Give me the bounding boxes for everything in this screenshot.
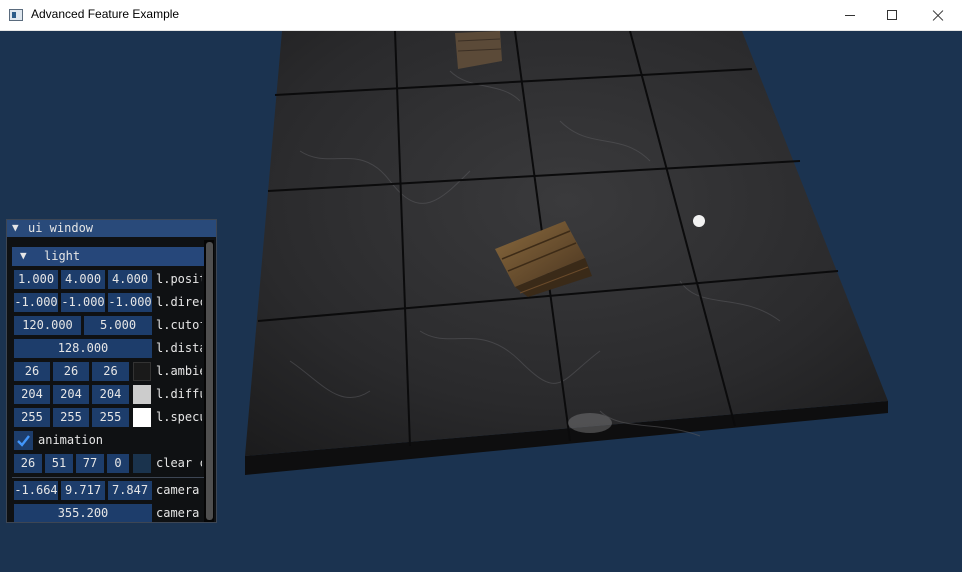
- minimize-button[interactable]: [827, 0, 873, 30]
- clear-color-a[interactable]: 0: [107, 454, 129, 473]
- light-position-z[interactable]: 4.000: [108, 270, 152, 289]
- light-cutoff-outer[interactable]: 5.000: [84, 316, 152, 335]
- light-position-y[interactable]: 4.000: [61, 270, 105, 289]
- clear-color-b[interactable]: 77: [76, 454, 104, 473]
- light-diffuse-b[interactable]: 204: [92, 385, 129, 404]
- close-button[interactable]: [914, 0, 960, 30]
- light-cutoff-inner[interactable]: 120.000: [14, 316, 81, 335]
- light-ambient-swatch[interactable]: [133, 362, 151, 381]
- light-diffuse-swatch[interactable]: [133, 385, 151, 404]
- window-titlebar: Advanced Feature Example: [0, 0, 962, 31]
- camera-pos-z[interactable]: 7.847: [108, 481, 152, 500]
- light-cutoff-label: l.cutoff: [156, 318, 202, 332]
- light-direction-x[interactable]: -1.000: [14, 293, 58, 312]
- maximize-button[interactable]: [869, 0, 915, 30]
- light-distance-label: l.distance: [156, 341, 202, 355]
- header-arrow-icon: ▼: [20, 249, 27, 262]
- light-position-x[interactable]: 1.000: [14, 270, 58, 289]
- light-distance-slider[interactable]: 128.000: [14, 339, 152, 358]
- light-position-label: l.position: [156, 272, 202, 286]
- light-specular-label: l.specular: [156, 410, 202, 424]
- light-source-sphere: [693, 215, 705, 227]
- specular-highlight: [568, 413, 612, 433]
- animation-label: animation: [38, 433, 104, 447]
- maximize-icon: [887, 10, 897, 20]
- ui-window-titlebar[interactable]: ▼ ui window: [7, 220, 216, 237]
- window-title: Advanced Feature Example: [31, 7, 180, 21]
- ui-window[interactable]: ▼ ui window ▼ light 1.000 4.000 4.000 l.…: [6, 219, 217, 523]
- light-header-label: light: [44, 249, 81, 263]
- light-diffuse-g[interactable]: 204: [53, 385, 89, 404]
- separator: [12, 477, 205, 478]
- collapse-arrow-icon[interactable]: ▼: [12, 221, 19, 234]
- light-ambient-b[interactable]: 26: [92, 362, 129, 381]
- camera-pos-x[interactable]: -1.664: [14, 481, 58, 500]
- light-specular-r[interactable]: 255: [14, 408, 50, 427]
- light-diffuse-r[interactable]: 204: [14, 385, 50, 404]
- app-window-icon: [9, 9, 23, 21]
- light-direction-y[interactable]: -1.000: [61, 293, 105, 312]
- ui-window-title: ui window: [28, 221, 94, 235]
- clear-color-label: clear color: [156, 456, 202, 470]
- camera-angle-label: camera angle: [156, 506, 202, 520]
- scrollbar-thumb[interactable]: [206, 242, 213, 520]
- checkmark-icon: [17, 435, 30, 447]
- light-specular-g[interactable]: 255: [53, 408, 89, 427]
- light-specular-b[interactable]: 255: [92, 408, 129, 427]
- light-collapsing-header[interactable]: ▼ light: [12, 247, 205, 266]
- clear-color-g[interactable]: 51: [45, 454, 73, 473]
- animation-checkbox[interactable]: [14, 431, 33, 450]
- light-diffuse-label: l.diffuse: [156, 387, 202, 401]
- light-ambient-r[interactable]: 26: [14, 362, 50, 381]
- clear-color-r[interactable]: 26: [14, 454, 42, 473]
- light-ambient-g[interactable]: 26: [53, 362, 89, 381]
- light-specular-swatch[interactable]: [133, 408, 151, 427]
- camera-pos-y[interactable]: 9.717: [61, 481, 105, 500]
- clear-color-swatch[interactable]: [133, 454, 151, 473]
- camera-pos-label: camera pos: [156, 483, 202, 497]
- light-direction-label: l.direction: [156, 295, 202, 309]
- light-ambient-label: l.ambient: [156, 364, 202, 378]
- minimize-icon: [845, 15, 855, 16]
- light-direction-z[interactable]: -1.000: [108, 293, 152, 312]
- camera-angle-slider[interactable]: 355.200: [14, 504, 152, 522]
